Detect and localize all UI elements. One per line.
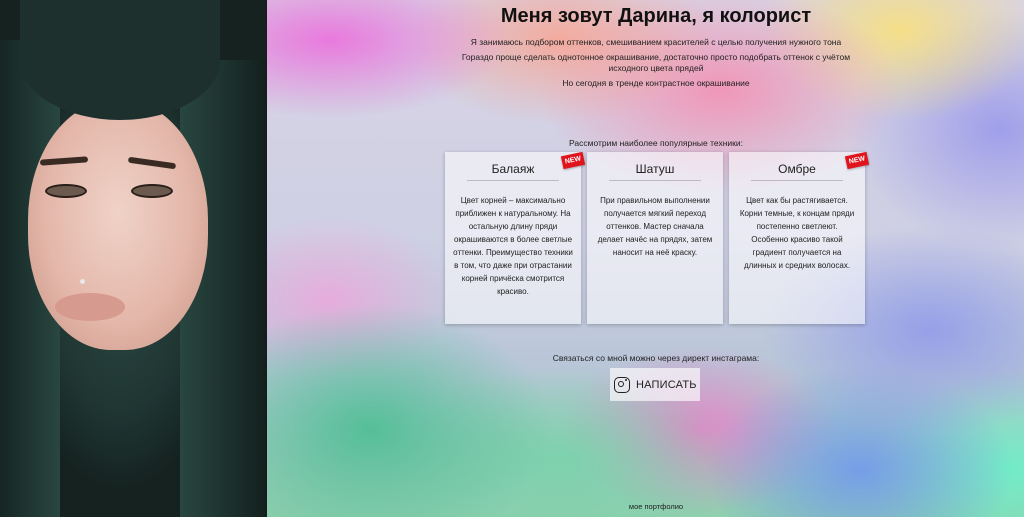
lip-piercing bbox=[80, 279, 85, 284]
hair-top bbox=[20, 0, 220, 120]
card-title: Шатуш bbox=[609, 162, 701, 181]
card-ombre: Омбре Цвет как бы растягивается. Корни т… bbox=[729, 151, 870, 324]
intro-line: Гораздо проще сделать однотонное окрашив… bbox=[461, 52, 851, 73]
card-shatush: Шатуш При правильном выполнении получает… bbox=[587, 152, 723, 324]
card-balayage: Балаяж Цвет корней – максимально приближ… bbox=[445, 151, 586, 324]
portfolio-link[interactable]: мое портфолио bbox=[266, 502, 1024, 511]
write-button[interactable]: НАПИСАТЬ bbox=[610, 368, 700, 401]
instagram-icon bbox=[614, 376, 630, 393]
card-text: Цвет корней – максимально приближен к на… bbox=[453, 196, 573, 296]
write-button-label: НАПИСАТЬ bbox=[636, 378, 697, 391]
right-eye bbox=[131, 184, 173, 198]
intro-text: Я занимаюсь подбором оттенков, смешивани… bbox=[461, 37, 851, 93]
card-text: Цвет как бы растягивается. Корни темные,… bbox=[739, 196, 855, 270]
card-title: Балаяж bbox=[467, 162, 559, 181]
main-content: Меня зовут Дарина, я колорист Я занимаюс… bbox=[266, 0, 1024, 517]
page-title: Меня зовут Дарина, я колорист bbox=[500, 5, 812, 27]
profile-photo bbox=[0, 0, 267, 517]
new-badge: NEW bbox=[560, 151, 586, 170]
techniques-heading: Рассмотрим наиболее популярные техники: bbox=[569, 138, 743, 148]
left-eye bbox=[45, 184, 87, 198]
card-text: При правильном выполнении получается мяг… bbox=[597, 196, 713, 257]
lips bbox=[55, 293, 125, 321]
card-title: Омбре bbox=[751, 162, 843, 181]
contact-text: Связаться со мной можно через директ инс… bbox=[552, 353, 760, 363]
new-badge: NEW bbox=[844, 151, 870, 170]
intro-line: Но сегодня в тренде контрастное окрашива… bbox=[562, 78, 750, 88]
intro-line: Я занимаюсь подбором оттенков, смешивани… bbox=[470, 37, 842, 47]
